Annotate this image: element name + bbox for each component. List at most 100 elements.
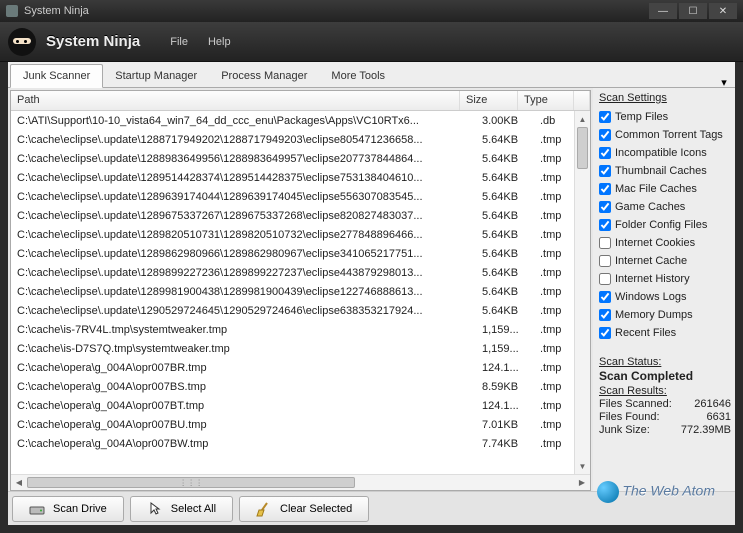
titlebar: System Ninja — ☐ ✕ — [0, 0, 743, 22]
setting-checkbox[interactable] — [599, 165, 611, 177]
menubar: System Ninja File Help — [0, 22, 743, 62]
setting-label: Incompatible Icons — [615, 147, 707, 159]
tab-process-manager[interactable]: Process Manager — [209, 65, 319, 87]
scroll-thumb[interactable] — [577, 127, 588, 169]
setting-temp-files[interactable]: Temp Files — [599, 108, 731, 126]
clear-selected-label: Clear Selected — [280, 503, 352, 515]
table-row[interactable]: C:\cache\opera\g_004A\opr007BU.tmp7.01KB… — [11, 415, 590, 434]
setting-label: Folder Config Files — [615, 219, 707, 231]
tab-strip: Junk ScannerStartup ManagerProcess Manag… — [8, 62, 735, 88]
setting-incompatible-icons[interactable]: Incompatible Icons — [599, 144, 731, 162]
menu-file[interactable]: File — [170, 36, 188, 48]
col-size[interactable]: Size — [460, 91, 518, 110]
table-row[interactable]: C:\cache\eclipse\.update\1289899227236\1… — [11, 263, 590, 282]
setting-label: Game Caches — [615, 201, 685, 213]
setting-internet-history[interactable]: Internet History — [599, 270, 731, 288]
tab-overflow-icon[interactable]: ▾ — [719, 77, 729, 87]
setting-label: Internet Cookies — [615, 237, 695, 249]
setting-checkbox[interactable] — [599, 237, 611, 249]
setting-thumbnail-caches[interactable]: Thumbnail Caches — [599, 162, 731, 180]
col-type[interactable]: Type — [518, 91, 574, 110]
cell-size: 5.64KB — [476, 172, 534, 184]
table-row[interactable]: C:\cache\eclipse\.update\1288717949202\1… — [11, 130, 590, 149]
close-button[interactable]: ✕ — [709, 3, 737, 19]
vertical-scrollbar[interactable]: ▲ ▼ — [574, 111, 590, 474]
setting-label: Internet Cache — [615, 255, 687, 267]
setting-checkbox[interactable] — [599, 327, 611, 339]
table-row[interactable]: C:\cache\opera\g_004A\opr007BW.tmp7.74KB… — [11, 434, 590, 453]
maximize-button[interactable]: ☐ — [679, 3, 707, 19]
setting-checkbox[interactable] — [599, 273, 611, 285]
setting-checkbox[interactable] — [599, 309, 611, 321]
scroll-left-icon[interactable]: ◀ — [11, 478, 27, 487]
clear-selected-button[interactable]: Clear Selected — [239, 496, 369, 522]
table-row[interactable]: C:\cache\eclipse\.update\1289820510731\1… — [11, 225, 590, 244]
tab-startup-manager[interactable]: Startup Manager — [103, 65, 209, 87]
tab-more-tools[interactable]: More Tools — [319, 65, 397, 87]
setting-checkbox[interactable] — [599, 147, 611, 159]
minimize-button[interactable]: — — [649, 3, 677, 19]
setting-checkbox[interactable] — [599, 129, 611, 141]
setting-mac-file-caches[interactable]: Mac File Caches — [599, 180, 731, 198]
setting-recent-files[interactable]: Recent Files — [599, 324, 731, 342]
table-row[interactable]: C:\cache\eclipse\.update\1289981900438\1… — [11, 282, 590, 301]
setting-internet-cookies[interactable]: Internet Cookies — [599, 234, 731, 252]
cell-path: C:\cache\eclipse\.update\1289639174044\1… — [11, 191, 476, 203]
hscroll-thumb[interactable]: ⋮⋮⋮ — [27, 477, 355, 488]
setting-internet-cache[interactable]: Internet Cache — [599, 252, 731, 270]
table-row[interactable]: C:\cache\opera\g_004A\opr007BS.tmp8.59KB… — [11, 377, 590, 396]
table-row[interactable]: C:\ATI\Support\10-10_vista64_win7_64_dd_… — [11, 111, 590, 130]
setting-windows-logs[interactable]: Windows Logs — [599, 288, 731, 306]
scan-drive-button[interactable]: Scan Drive — [12, 496, 124, 522]
table-row[interactable]: C:\cache\eclipse\.update\1289514428374\1… — [11, 168, 590, 187]
cell-size: 124.1... — [476, 400, 534, 412]
table-row[interactable]: C:\cache\is-D7S7Q.tmp\systemtweaker.tmp1… — [11, 339, 590, 358]
setting-common-torrent-tags[interactable]: Common Torrent Tags — [599, 126, 731, 144]
table-row[interactable]: C:\cache\opera\g_004A\opr007BT.tmp124.1.… — [11, 396, 590, 415]
setting-folder-config-files[interactable]: Folder Config Files — [599, 216, 731, 234]
select-all-button[interactable]: Select All — [130, 496, 233, 522]
app-name: System Ninja — [46, 33, 140, 50]
scroll-down-icon[interactable]: ▼ — [575, 458, 590, 474]
col-path[interactable]: Path — [11, 91, 460, 110]
tab-junk-scanner[interactable]: Junk Scanner — [10, 64, 103, 88]
cell-size: 7.01KB — [476, 419, 534, 431]
table-row[interactable]: C:\cache\opera\g_004A\opr007BR.tmp124.1.… — [11, 358, 590, 377]
menu-help[interactable]: Help — [208, 36, 231, 48]
table-row[interactable]: C:\cache\eclipse\.update\1289639174044\1… — [11, 187, 590, 206]
app-icon — [6, 5, 18, 17]
table-row[interactable]: C:\cache\eclipse\.update\1288983649956\1… — [11, 149, 590, 168]
setting-checkbox[interactable] — [599, 183, 611, 195]
horizontal-scrollbar[interactable]: ◀ ⋮⋮⋮ ▶ — [11, 474, 590, 490]
scroll-right-icon[interactable]: ▶ — [574, 478, 590, 487]
setting-checkbox[interactable] — [599, 255, 611, 267]
setting-checkbox[interactable] — [599, 219, 611, 231]
setting-checkbox[interactable] — [599, 201, 611, 213]
setting-checkbox[interactable] — [599, 291, 611, 303]
cell-size: 7.74KB — [476, 438, 534, 450]
setting-checkbox[interactable] — [599, 111, 611, 123]
drive-icon — [29, 501, 45, 517]
cell-path: C:\cache\eclipse\.update\1288717949202\1… — [11, 134, 476, 146]
setting-label: Memory Dumps — [615, 309, 693, 321]
setting-label: Common Torrent Tags — [615, 129, 723, 141]
junk-size-label: Junk Size: — [599, 424, 650, 436]
col-scroll-gap — [574, 91, 590, 110]
scan-results-title: Scan Results: — [599, 385, 731, 397]
cell-size: 1,159... — [476, 324, 534, 336]
setting-game-caches[interactable]: Game Caches — [599, 198, 731, 216]
setting-label: Internet History — [615, 273, 690, 285]
cell-path: C:\cache\eclipse\.update\1290529724645\1… — [11, 305, 476, 317]
cell-path: C:\cache\opera\g_004A\opr007BR.tmp — [11, 362, 476, 374]
scan-drive-label: Scan Drive — [53, 503, 107, 515]
table-row[interactable]: C:\cache\eclipse\.update\1289862980966\1… — [11, 244, 590, 263]
cell-size: 1,159... — [476, 343, 534, 355]
table-row[interactable]: C:\cache\is-7RV4L.tmp\systemtweaker.tmp1… — [11, 320, 590, 339]
scroll-up-icon[interactable]: ▲ — [575, 111, 590, 127]
files-found-value: 6631 — [707, 411, 731, 423]
setting-memory-dumps[interactable]: Memory Dumps — [599, 306, 731, 324]
cell-size: 5.64KB — [476, 191, 534, 203]
table-row[interactable]: C:\cache\eclipse\.update\1290529724645\1… — [11, 301, 590, 320]
table-row[interactable]: C:\cache\eclipse\.update\1289675337267\1… — [11, 206, 590, 225]
cell-path: C:\cache\opera\g_004A\opr007BU.tmp — [11, 419, 476, 431]
